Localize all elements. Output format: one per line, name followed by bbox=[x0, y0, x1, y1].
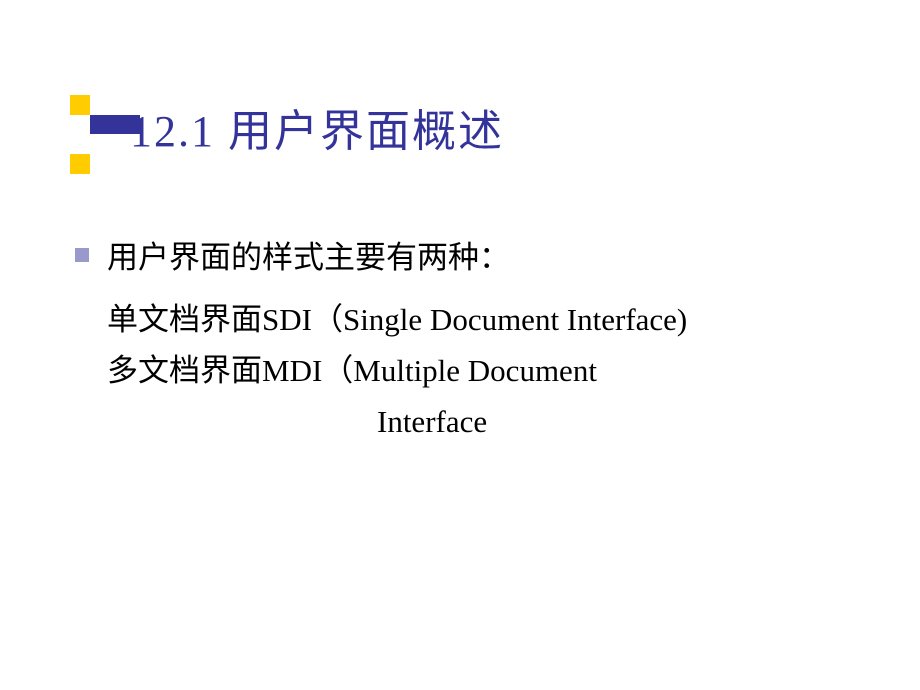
decoration-square-top bbox=[70, 95, 90, 115]
slide-title: 12.1 用户界面概述 bbox=[120, 95, 920, 159]
content-line-1: 单文档界面SDI（Single Document Interface) bbox=[75, 294, 880, 345]
decoration-square-bottom bbox=[70, 154, 90, 174]
line1-en: SDI（Single Document Interface) bbox=[262, 302, 687, 337]
decoration-bar bbox=[90, 115, 140, 134]
slide-container: 12.1 用户界面概述 用户界面的样式主要有两种： 单文档界面SDI（Singl… bbox=[0, 0, 920, 690]
line2-cn: 多文档界面 bbox=[107, 353, 262, 388]
line1-cn: 单文档界面 bbox=[107, 302, 262, 337]
content-line-3: Interface bbox=[75, 396, 880, 447]
line2-en: MDI（Multiple Document bbox=[262, 353, 597, 388]
content-line-2: 多文档界面MDI（Multiple Document bbox=[75, 345, 880, 396]
bullet-text-1: 用户界面的样式主要有两种： bbox=[107, 234, 510, 282]
content-block: 用户界面的样式主要有两种： 单文档界面SDI（Single Document I… bbox=[0, 179, 920, 447]
bullet-item-1: 用户界面的样式主要有两种： bbox=[75, 234, 880, 282]
bullet-marker-icon bbox=[75, 248, 89, 262]
title-block: 12.1 用户界面概述 bbox=[0, 0, 920, 179]
